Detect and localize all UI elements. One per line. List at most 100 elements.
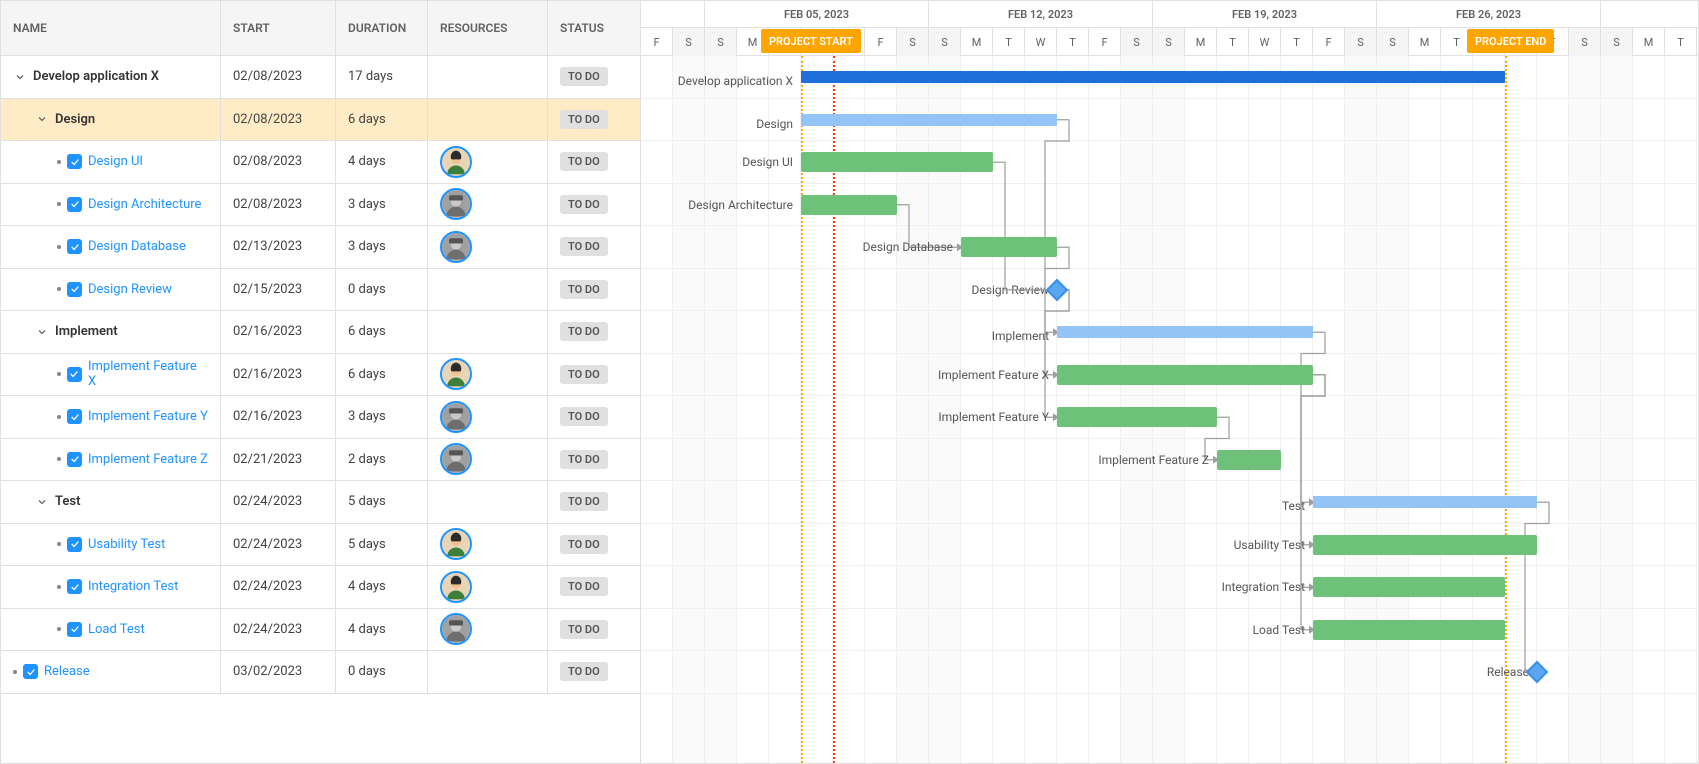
task-checkbox[interactable] <box>67 452 82 467</box>
task-bar[interactable]: Usability Test <box>1313 535 1537 555</box>
task-resources[interactable] <box>428 269 548 311</box>
task-resources[interactable] <box>428 524 548 566</box>
timeline[interactable]: FEB 05, 2023FEB 12, 2023FEB 19, 2023FEB … <box>641 1 1698 763</box>
task-start[interactable]: 02/08/2023 <box>221 99 336 141</box>
task-status[interactable]: TO DO <box>548 269 638 311</box>
task-checkbox[interactable] <box>67 239 82 254</box>
timeline-row[interactable]: Implement Feature X <box>641 354 1698 397</box>
task-resources[interactable] <box>428 184 548 226</box>
task-checkbox[interactable] <box>67 409 82 424</box>
task-status[interactable]: TO DO <box>548 226 638 268</box>
task-start[interactable]: 02/08/2023 <box>221 141 336 183</box>
task-duration[interactable]: 3 days <box>336 396 428 438</box>
avatar[interactable] <box>440 613 472 645</box>
task-duration[interactable]: 5 days <box>336 524 428 566</box>
task-checkbox[interactable] <box>67 197 82 212</box>
task-resources[interactable] <box>428 99 548 141</box>
task-start[interactable]: 02/15/2023 <box>221 269 336 311</box>
task-resources[interactable] <box>428 226 548 268</box>
task-start[interactable]: 02/24/2023 <box>221 566 336 608</box>
task-start[interactable]: 02/24/2023 <box>221 609 336 651</box>
task-name[interactable]: Implement Feature X <box>88 359 208 389</box>
task-row[interactable]: Implement Feature Z02/21/20232 daysTO DO <box>1 439 640 482</box>
task-row[interactable]: Test02/24/20235 daysTO DO <box>1 481 640 524</box>
task-duration[interactable]: 0 days <box>336 651 428 693</box>
summary-bar[interactable]: Implement <box>1057 326 1313 338</box>
task-start[interactable]: 02/21/2023 <box>221 439 336 481</box>
avatar[interactable] <box>440 358 472 390</box>
task-checkbox[interactable] <box>67 154 82 169</box>
task-checkbox[interactable] <box>67 537 82 552</box>
avatar[interactable] <box>440 571 472 603</box>
task-status[interactable]: TO DO <box>548 481 638 523</box>
task-status[interactable]: TO DO <box>548 354 638 396</box>
summary-bar[interactable]: Develop application X <box>801 71 1505 83</box>
task-resources[interactable] <box>428 311 548 353</box>
task-row[interactable]: Usability Test02/24/20235 daysTO DO <box>1 524 640 567</box>
milestone-diamond[interactable] <box>1046 278 1069 301</box>
task-bar[interactable]: Integration Test <box>1313 577 1505 597</box>
expand-toggle[interactable] <box>13 70 27 84</box>
task-resources[interactable] <box>428 439 548 481</box>
task-status[interactable]: TO DO <box>548 396 638 438</box>
timeline-row[interactable]: Test <box>641 481 1698 524</box>
task-start[interactable]: 02/08/2023 <box>221 184 336 226</box>
task-resources[interactable] <box>428 56 548 98</box>
task-name[interactable]: Design Review <box>88 282 172 297</box>
task-duration[interactable]: 5 days <box>336 481 428 523</box>
task-row[interactable]: Develop application X02/08/202317 daysTO… <box>1 56 640 99</box>
task-duration[interactable]: 4 days <box>336 609 428 651</box>
task-bar[interactable]: Implement Feature Z <box>1217 450 1281 470</box>
task-name[interactable]: Usability Test <box>88 537 165 552</box>
task-duration[interactable]: 4 days <box>336 141 428 183</box>
milestone-diamond[interactable] <box>1526 661 1549 684</box>
task-checkbox[interactable] <box>67 622 82 637</box>
timeline-row[interactable]: Release <box>641 651 1698 694</box>
task-row[interactable]: Design UI02/08/20234 daysTO DO <box>1 141 640 184</box>
timeline-row[interactable]: Load Test <box>641 609 1698 652</box>
timeline-row[interactable]: Develop application X <box>641 56 1698 99</box>
timeline-row[interactable]: Integration Test <box>641 566 1698 609</box>
avatar[interactable] <box>440 146 472 178</box>
task-name[interactable]: Load Test <box>88 622 145 637</box>
task-duration[interactable]: 4 days <box>336 566 428 608</box>
task-bar[interactable]: Design Architecture <box>801 195 897 215</box>
task-duration[interactable]: 3 days <box>336 184 428 226</box>
task-duration[interactable]: 17 days <box>336 56 428 98</box>
task-status[interactable]: TO DO <box>548 184 638 226</box>
task-status[interactable]: TO DO <box>548 566 638 608</box>
task-row[interactable]: Design Review02/15/20230 daysTO DO <box>1 269 640 312</box>
expand-toggle[interactable] <box>35 495 49 509</box>
summary-bar[interactable]: Test <box>1313 496 1537 508</box>
task-resources[interactable] <box>428 609 548 651</box>
task-bar[interactable]: Implement Feature Y <box>1057 407 1217 427</box>
timeline-body[interactable]: Develop application X Design Design UI Desi… <box>641 56 1698 763</box>
col-header-duration[interactable]: DURATION <box>336 1 428 55</box>
task-resources[interactable] <box>428 481 548 523</box>
task-status[interactable]: TO DO <box>548 311 638 353</box>
task-row[interactable]: Load Test02/24/20234 daysTO DO <box>1 609 640 652</box>
avatar[interactable] <box>440 443 472 475</box>
task-resources[interactable] <box>428 354 548 396</box>
task-row[interactable]: Release03/02/20230 daysTO DO <box>1 651 640 694</box>
timeline-row[interactable]: Design <box>641 99 1698 142</box>
task-row[interactable]: Design02/08/20236 daysTO DO <box>1 99 640 142</box>
task-bar[interactable]: Design UI <box>801 152 993 172</box>
task-row[interactable]: Design Architecture02/08/20233 daysTO DO <box>1 184 640 227</box>
task-start[interactable]: 03/02/2023 <box>221 651 336 693</box>
timeline-row[interactable]: Design Review <box>641 269 1698 312</box>
task-resources[interactable] <box>428 141 548 183</box>
timeline-row[interactable]: Usability Test <box>641 524 1698 567</box>
task-status[interactable]: TO DO <box>548 99 638 141</box>
task-name[interactable]: Implement Feature Z <box>88 452 208 467</box>
task-checkbox[interactable] <box>67 282 82 297</box>
avatar[interactable] <box>440 188 472 220</box>
task-bar[interactable]: Load Test <box>1313 620 1505 640</box>
col-header-status[interactable]: STATUS <box>548 1 638 55</box>
task-name[interactable]: Implement Feature Y <box>88 409 208 424</box>
timeline-row[interactable]: Implement <box>641 311 1698 354</box>
task-duration[interactable]: 2 days <box>336 439 428 481</box>
task-name[interactable]: Integration Test <box>88 579 178 594</box>
task-checkbox[interactable] <box>67 367 82 382</box>
task-row[interactable]: Implement Feature X02/16/20236 daysTO DO <box>1 354 640 397</box>
